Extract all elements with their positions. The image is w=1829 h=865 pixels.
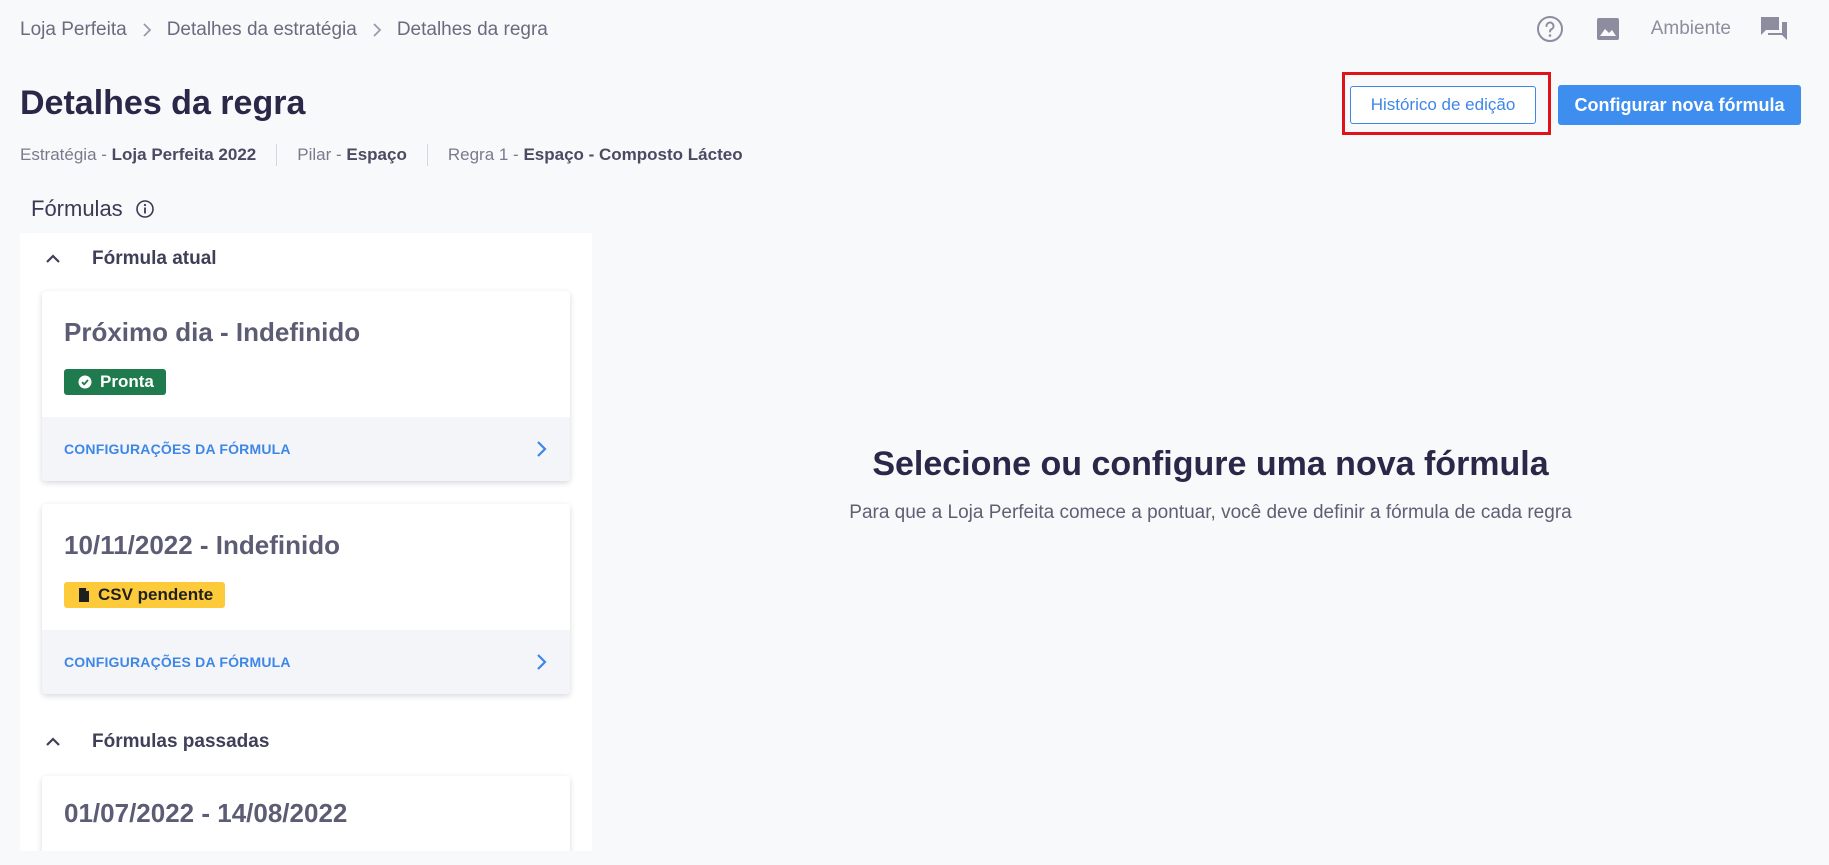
formula-settings-label: CONFIGURAÇÕES DA FÓRMULA [64, 441, 291, 457]
file-icon [78, 588, 90, 602]
chevron-right-icon [141, 22, 153, 38]
formula-card[interactable]: 10/11/2022 - Indefinido CSV pendente CON… [42, 504, 570, 694]
breadcrumb-item-current: Detalhes da regra [396, 19, 548, 40]
chevron-right-icon [371, 22, 383, 38]
current-formula-section[interactable]: Fórmula atual [42, 248, 217, 270]
meta-rule: Regra 1 - Espaço - Composto Lácteo [447, 145, 743, 164]
formula-card[interactable]: 01/07/2022 - 14/08/2022 [42, 776, 570, 851]
meta-strategy: Estratégia - Loja Perfeita 2022 [20, 145, 257, 164]
edit-history-button[interactable]: Histórico de edição [1350, 86, 1536, 124]
empty-state-title: Selecione ou configure uma nova fórmula [872, 445, 1549, 483]
status-badge: CSV pendente [64, 582, 226, 608]
chat-icon[interactable] [1759, 14, 1789, 44]
environment-label[interactable]: Ambiente [1651, 18, 1731, 40]
formulas-title: Fórmulas [31, 196, 123, 221]
past-formulas-section[interactable]: Fórmulas passadas [42, 731, 269, 753]
status-badge: Pronta [64, 369, 166, 395]
breadcrumb-item-store[interactable]: Loja Perfeita [20, 19, 127, 41]
chevron-right-icon [534, 439, 548, 459]
configure-new-formula-button[interactable]: Configurar nova fórmula [1558, 85, 1801, 125]
meta-pillar: Pilar - Espaço [297, 145, 407, 164]
info-icon[interactable] [135, 199, 155, 219]
check-circle-icon [78, 375, 92, 389]
divider [276, 144, 278, 166]
rule-meta: Estratégia - Loja Perfeita 2022 Pilar - … [20, 144, 743, 166]
breadcrumb: Loja Perfeita Detalhes da estratégia Det… [20, 19, 548, 41]
empty-state-description: Para que a Loja Perfeita comece a pontua… [849, 502, 1572, 523]
formula-card-title: 01/07/2022 - 14/08/2022 [64, 798, 348, 828]
formulas-panel: Fórmula atual Próximo dia - Indefinido P… [20, 233, 592, 851]
formulas-heading: Fórmulas [31, 196, 155, 222]
chevron-right-icon [534, 652, 548, 672]
top-bar: Loja Perfeita Detalhes da estratégia Det… [20, 16, 1809, 42]
image-icon[interactable] [1593, 14, 1623, 44]
formula-settings-link[interactable]: CONFIGURAÇÕES DA FÓRMULA [42, 417, 570, 481]
section-title: Fórmulas passadas [92, 731, 270, 752]
help-icon[interactable] [1535, 14, 1565, 44]
status-text: CSV pendente [98, 585, 214, 604]
formula-settings-link[interactable]: CONFIGURAÇÕES DA FÓRMULA [42, 630, 570, 694]
formula-settings-label: CONFIGURAÇÕES DA FÓRMULA [64, 654, 291, 670]
formula-card-title: Próximo dia - Indefinido [64, 317, 361, 347]
breadcrumb-item-strategy-details[interactable]: Detalhes da estratégia [167, 19, 357, 41]
divider [426, 144, 428, 166]
chevron-up-icon [42, 248, 64, 270]
section-title: Fórmula atual [92, 248, 217, 269]
chevron-up-icon [42, 731, 64, 753]
page-title: Detalhes da regra [20, 84, 306, 122]
top-actions: Ambiente [1535, 14, 1789, 44]
status-text: Pronta [100, 372, 154, 391]
empty-state: Selecione ou configure uma nova fórmula … [592, 445, 1829, 524]
formula-card-title: 10/11/2022 - Indefinido [64, 530, 340, 560]
formula-card[interactable]: Próximo dia - Indefinido Pronta CONFIGUR… [42, 291, 570, 481]
